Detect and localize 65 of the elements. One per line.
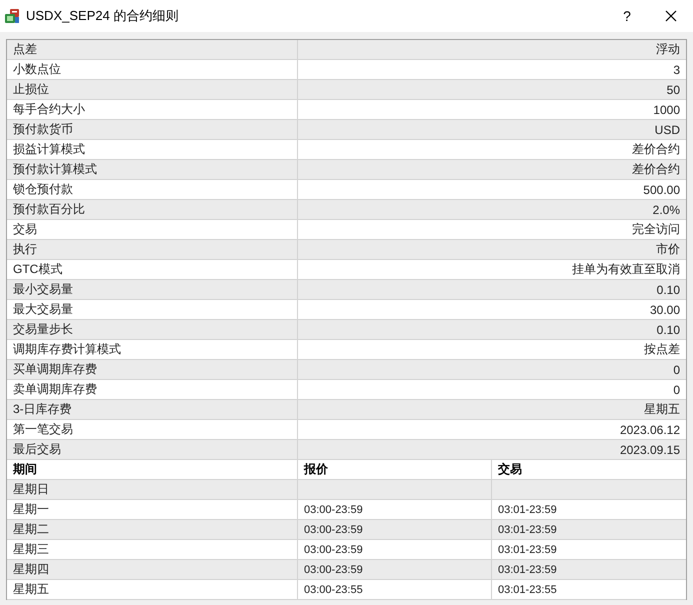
property-value: 星期五 <box>297 400 686 419</box>
close-icon <box>665 10 677 22</box>
quotes-cell: 03:00-23:55 <box>297 580 491 599</box>
quotes-cell: 03:00-23:59 <box>297 520 491 539</box>
property-value: 0 <box>297 380 686 399</box>
day-cell-text: 星期三 <box>12 541 50 558</box>
column-header: 期间 <box>12 461 38 478</box>
property-value: 500.00 <box>297 180 686 199</box>
trade-cell: 03:01-23:55 <box>491 580 686 599</box>
property-value: 1000 <box>297 100 686 119</box>
property-name: 每手合约大小 <box>12 101 86 118</box>
property-value: 市价 <box>297 240 686 259</box>
property-value: 0 <box>297 360 686 379</box>
property-value: 2.0% <box>297 200 686 219</box>
property-value: 0.10 <box>297 320 686 339</box>
help-button[interactable]: ? <box>605 0 649 32</box>
property-value: 差价合约 <box>297 140 686 159</box>
trade-cell: 03:01-23:59 <box>491 540 686 559</box>
day-cell-text: 星期四 <box>12 561 50 578</box>
property-name: 预付款百分比 <box>12 201 86 218</box>
property-name: 买单调期库存费 <box>12 361 98 378</box>
property-name: GTC模式 <box>12 261 64 278</box>
property-name: 调期库存费计算模式 <box>12 341 122 358</box>
property-value: 3 <box>297 60 686 79</box>
property-name: 最小交易量 <box>12 281 74 298</box>
property-value: 50 <box>297 80 686 99</box>
property-value: USD <box>297 120 686 139</box>
property-name: 最大交易量 <box>12 301 74 318</box>
property-name: 点差 <box>12 41 38 58</box>
quotes-cell: 03:00-23:59 <box>297 540 491 559</box>
column-header: 交易 <box>491 460 686 479</box>
property-name: 交易 <box>12 221 38 238</box>
property-name: 卖单调期库存费 <box>12 381 98 398</box>
property-value: 浮动 <box>297 40 686 59</box>
property-name: 执行 <box>12 241 38 258</box>
property-name: 止损位 <box>12 81 50 98</box>
property-name: 交易量步长 <box>12 321 74 338</box>
column-header: 报价 <box>297 460 491 479</box>
property-value: 按点差 <box>297 340 686 359</box>
property-name: 锁仓预付款 <box>12 181 74 198</box>
window-title: USDX_SEP24 的合约细则 <box>26 7 180 25</box>
property-name: 预付款货币 <box>12 121 74 138</box>
app-icon <box>4 8 20 24</box>
property-value: 差价合约 <box>297 160 686 179</box>
property-name: 预付款计算模式 <box>12 161 98 178</box>
property-name: 最后交易 <box>12 441 62 458</box>
quotes-cell: 03:00-23:59 <box>297 560 491 579</box>
property-name: 3-日库存费 <box>12 401 73 418</box>
property-value: 2023.09.15 <box>297 440 686 459</box>
property-name: 小数点位 <box>12 61 62 78</box>
quotes-cell: 03:00-23:59 <box>297 500 491 519</box>
property-name: 第一笔交易 <box>12 421 74 438</box>
trade-cell: 03:01-23:59 <box>491 520 686 539</box>
day-cell-text: 星期五 <box>12 581 50 598</box>
day-cell-text: 星期一 <box>12 501 50 518</box>
property-name: 损益计算模式 <box>12 141 86 158</box>
property-value: 2023.06.12 <box>297 420 686 439</box>
day-cell-text: 星期日 <box>12 481 50 498</box>
property-value: 完全访问 <box>297 220 686 239</box>
trade-cell: 03:01-23:59 <box>491 500 686 519</box>
property-value: 0.10 <box>297 280 686 299</box>
property-value: 挂单为有效直至取消 <box>297 260 686 279</box>
trade-cell: 03:01-23:59 <box>491 560 686 579</box>
day-cell-text: 星期二 <box>12 521 50 538</box>
property-value: 30.00 <box>297 300 686 319</box>
